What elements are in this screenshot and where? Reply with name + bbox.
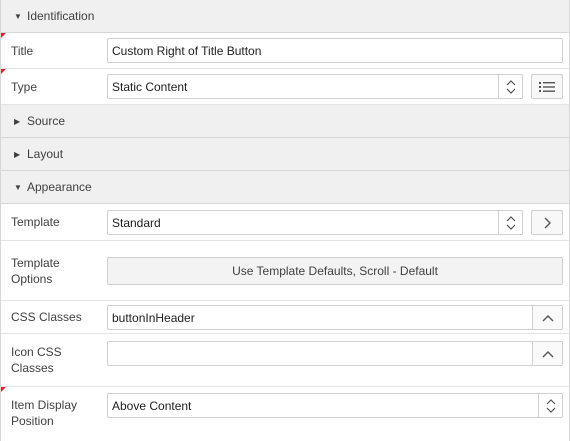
section-appearance[interactable]: ▼ Appearance — [1, 171, 569, 204]
item-display-position-select[interactable]: Above Content — [107, 393, 563, 418]
section-label: Source — [27, 114, 66, 128]
field-label: Type — [11, 79, 38, 94]
triangle-down-icon: ▼ — [14, 11, 22, 21]
field-label-line: Template — [11, 255, 60, 270]
icon-css-classes-input[interactable] — [107, 341, 563, 366]
field-label: Title — [11, 43, 34, 58]
up-down-chevron-icon — [498, 75, 522, 98]
field-label-line: Icon CSS — [11, 345, 62, 359]
triangle-down-icon: ▼ — [14, 182, 22, 192]
title-input[interactable]: Custom Right of Title Button — [107, 38, 563, 63]
required-marker — [1, 69, 6, 74]
required-marker — [1, 387, 6, 392]
field-label-line: Position — [11, 413, 54, 428]
type-select[interactable]: Static Content — [107, 74, 523, 99]
up-down-chevron-icon — [498, 211, 522, 234]
triangle-right-icon: ▶ — [14, 149, 21, 159]
row-item-display-position: Item Display Position Above Content — [1, 387, 569, 438]
field-label-line: Classes — [11, 361, 54, 375]
field-label: Icon CSS Classes — [1, 344, 107, 376]
template-select-value: Standard — [112, 215, 161, 230]
css-classes-value: buttonInHeader — [112, 310, 195, 325]
section-source[interactable]: ▶ Source — [1, 105, 569, 138]
triangle-right-icon: ▶ — [14, 116, 21, 126]
section-label: Identification — [27, 9, 95, 23]
field-label-line: Options — [11, 271, 53, 286]
row-type: Type Static Content — [1, 69, 569, 105]
field-label-line: Item Display — [11, 397, 78, 412]
css-classes-input[interactable]: buttonInHeader — [107, 305, 563, 330]
property-editor: ▼ Identification Title Custom Right of T… — [0, 0, 570, 441]
template-go-button[interactable] — [531, 210, 563, 235]
item-display-position-value: Above Content — [112, 398, 192, 413]
field-label: Template — [11, 215, 60, 229]
section-label: Appearance — [27, 180, 92, 194]
chevron-up-icon[interactable] — [532, 306, 562, 329]
list-icon — [539, 81, 555, 93]
row-template-options: Template Options Use Template Defaults, … — [1, 241, 569, 301]
section-identification[interactable]: ▼ Identification — [1, 0, 569, 33]
template-options-button[interactable]: Use Template Defaults, Scroll - Default — [107, 257, 563, 285]
row-title: Title Custom Right of Title Button — [1, 33, 569, 69]
row-icon-css-classes: Icon CSS Classes — [1, 334, 569, 387]
section-layout[interactable]: ▶ Layout — [1, 138, 569, 171]
section-label: Layout — [27, 147, 64, 161]
title-input-value: Custom Right of Title Button — [112, 43, 262, 58]
row-css-classes: CSS Classes buttonInHeader — [1, 301, 569, 334]
field-label: Item Display Position — [1, 397, 107, 429]
type-select-value: Static Content — [112, 79, 188, 94]
field-label: CSS Classes — [11, 310, 82, 324]
row-template: Template Standard — [1, 204, 569, 241]
field-label: Template Options — [1, 255, 107, 287]
chevron-right-icon — [543, 217, 551, 229]
up-down-chevron-icon — [538, 394, 562, 417]
template-select[interactable]: Standard — [107, 210, 523, 235]
type-list-button[interactable] — [531, 74, 563, 99]
required-marker — [1, 33, 6, 38]
chevron-up-icon[interactable] — [532, 342, 562, 365]
